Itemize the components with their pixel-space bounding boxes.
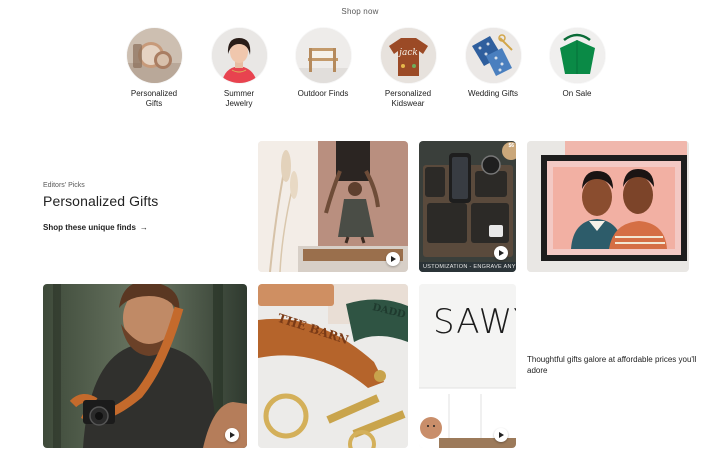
category-label: Personalized Gifts [130, 89, 178, 108]
editors-picks-title: Personalized Gifts [43, 193, 159, 209]
play-video-icon[interactable] [386, 252, 400, 266]
category-wedding-gifts[interactable]: Wedding Gifts [457, 28, 529, 99]
price-badge: $6 [508, 143, 514, 149]
editors-picks-tagline: Thoughtful gifts galore at affordable pr… [527, 355, 697, 375]
shop-now-heading: Shop now [341, 7, 379, 16]
category-summer-jewelry[interactable]: Summer Jewelry [203, 28, 275, 109]
name-sign-text: SAWYE [433, 302, 516, 342]
family-art-image [258, 141, 408, 272]
arrow-right-icon: → [139, 223, 148, 232]
category-label: Outdoor Finds [297, 89, 349, 98]
category-personalized-kidswear[interactable]: jack Personalized Kidswear [372, 28, 444, 109]
product-tile-name-sign[interactable]: SAWYE [419, 284, 516, 448]
category-label: On Sale [562, 89, 592, 98]
product-tile-family-art[interactable] [258, 141, 408, 272]
play-video-icon[interactable] [494, 428, 508, 442]
svg-text:jack: jack [397, 48, 418, 58]
play-video-icon[interactable] [494, 246, 508, 260]
category-on-sale[interactable]: On Sale [541, 28, 613, 99]
product-tile-camera-strap[interactable] [43, 284, 247, 448]
category-label: Summer Jewelry [223, 89, 255, 108]
category-label: Wedding Gifts [467, 89, 519, 98]
editors-picks-eyebrow: Editors' Picks [43, 182, 85, 189]
product-tile-valet-tray[interactable]: $6 USTOMIZATION - ENGRAVE ANY OR [419, 141, 516, 272]
link-label: Shop these unique finds [43, 223, 136, 232]
product-tile-portrait[interactable] [527, 141, 689, 272]
engrave-banner: USTOMIZATION - ENGRAVE ANY OR [419, 262, 516, 272]
wedding-gifts-thumbnail [465, 28, 521, 83]
shop-these-unique-finds-link[interactable]: Shop these unique finds → [43, 223, 148, 232]
on-sale-thumbnail [549, 28, 605, 83]
category-outdoor-finds[interactable]: Outdoor Finds [287, 28, 359, 99]
category-label: Personalized Kidswear [384, 89, 432, 108]
personalized-gifts-thumbnail [126, 28, 182, 83]
outdoor-finds-thumbnail [295, 28, 351, 83]
summer-jewelry-thumbnail [211, 28, 267, 83]
personalized-kidswear-thumbnail: jack [380, 28, 436, 83]
product-tile-keychain[interactable]: THE BARN DADD [258, 284, 408, 448]
camera-strap-image [43, 284, 247, 448]
play-video-icon[interactable] [225, 428, 239, 442]
portrait-image [527, 141, 689, 272]
category-personalized-gifts[interactable]: Personalized Gifts [118, 28, 190, 109]
